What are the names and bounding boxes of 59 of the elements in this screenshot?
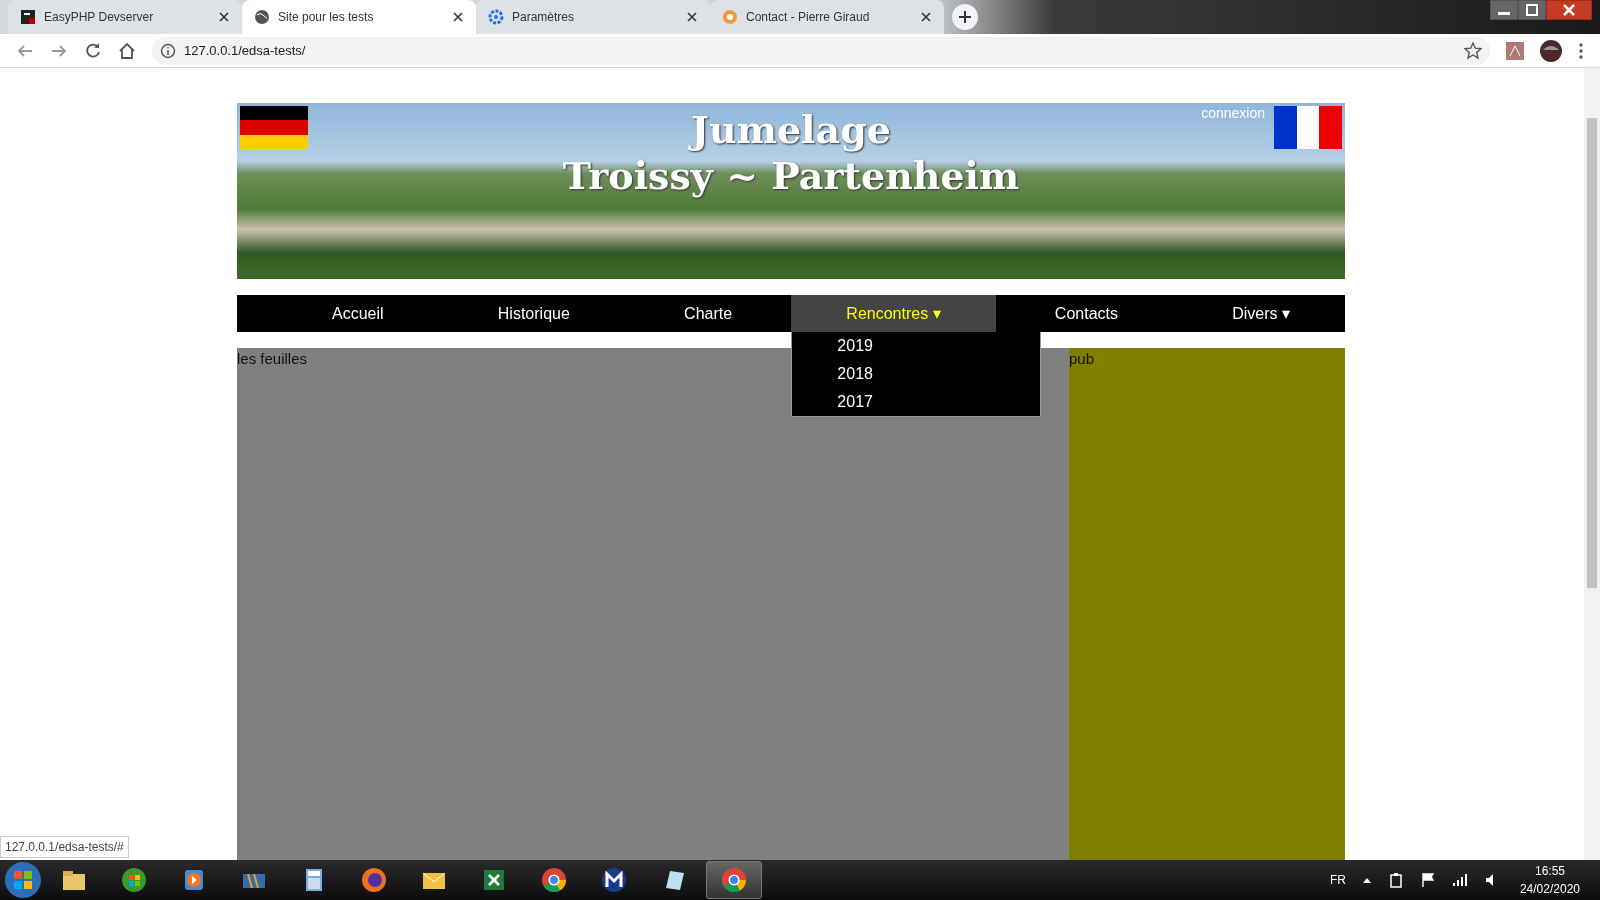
clock-date[interactable]: 24/02/2020 (1519, 880, 1580, 898)
up-arrow-icon[interactable] (1361, 876, 1372, 884)
url-text: 127.0.0.1/edsa-tests/ (184, 41, 307, 60)
start-button[interactable] (4, 861, 42, 899)
speaker-icon[interactable] (1483, 872, 1496, 888)
nav-link[interactable]: Accueil (277, 295, 439, 332)
firefox-icon (360, 866, 388, 894)
tab-title: EasyPHP Devserver (44, 9, 155, 26)
german-flag-icon (240, 106, 308, 149)
globe-icon (254, 9, 270, 25)
nav-link[interactable]: Charte (629, 295, 788, 332)
gear-icon (488, 9, 504, 25)
browser-tab[interactable]: Paramètres (476, 0, 710, 34)
scrollbar[interactable] (1584, 68, 1600, 860)
tab-title: Paramètres (512, 9, 576, 26)
taskbar-button[interactable] (706, 861, 762, 899)
tab-title: Contact - Pierre Giraud (746, 9, 871, 26)
close-icon[interactable] (218, 11, 230, 23)
panel-text: les feuilles (237, 350, 308, 367)
m-icon (600, 866, 628, 894)
minimize-icon[interactable] (1490, 0, 1518, 20)
language-indicator[interactable]: FR (1329, 871, 1346, 889)
signal-icon[interactable] (1451, 872, 1468, 888)
browser-tab[interactable]: Site pour les tests (242, 0, 476, 34)
logo-icon (722, 9, 738, 25)
status-url: 127.0.0.1/edsa-tests/# (0, 836, 129, 858)
panel-text: pub (1069, 350, 1095, 367)
close-icon[interactable] (686, 11, 698, 23)
chrome-icon (540, 866, 568, 894)
logo-icon (20, 9, 36, 25)
nav-link[interactable]: Rencontres ▾ (791, 295, 996, 332)
reload-icon[interactable] (84, 41, 102, 60)
site-subtitle: Troissy ~ Partenheim (562, 152, 1020, 199)
browser-tab[interactable]: EasyPHP Devserver (8, 0, 242, 34)
browser-tab[interactable]: Contact - Pierre Giraud (710, 0, 944, 34)
maximize-icon[interactable] (1518, 0, 1546, 20)
dropdown-item[interactable]: 2017 (792, 388, 1041, 416)
address-bar[interactable]: 127.0.0.1/edsa-tests/ (152, 36, 1490, 65)
dropdown-item[interactable]: 2018 (792, 360, 1041, 388)
menu-icon[interactable] (1578, 41, 1584, 60)
nav-link[interactable]: Contacts (999, 295, 1173, 332)
chrome-icon (720, 866, 748, 894)
new-tab-icon[interactable] (952, 4, 978, 30)
nav-link[interactable]: Historique (442, 295, 625, 332)
tab-title: Site pour les tests (278, 9, 375, 26)
clock-time[interactable]: 16:55 (1519, 862, 1580, 880)
media-center-icon (120, 866, 148, 894)
info-icon[interactable] (160, 42, 176, 59)
close-icon[interactable] (920, 11, 932, 23)
close-icon[interactable] (1546, 0, 1592, 20)
french-flag-icon (1274, 106, 1342, 149)
star-icon[interactable] (1464, 41, 1482, 60)
pdf-icon[interactable] (1506, 41, 1524, 60)
dropdown-item[interactable]: 2019 (792, 332, 1041, 360)
nav-link[interactable]: Divers ▾ (1177, 295, 1345, 332)
flag-icon[interactable] (1419, 872, 1436, 888)
avatar-icon[interactable] (1540, 39, 1562, 62)
close-icon[interactable] (452, 11, 464, 23)
home-icon[interactable] (118, 41, 136, 60)
